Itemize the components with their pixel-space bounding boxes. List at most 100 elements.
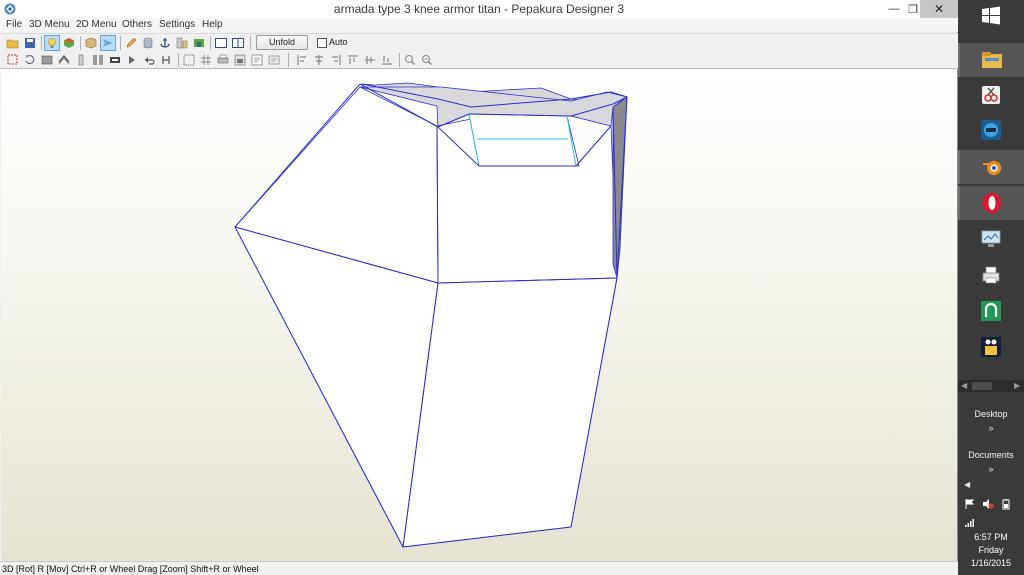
texture-icon[interactable]	[40, 53, 54, 67]
edge-icon[interactable]	[74, 53, 88, 67]
status-bar: 3D [Rot] R [Mov] Ctrl+R or Wheel Drag [Z…	[0, 561, 958, 575]
taskbar-teamviewer[interactable]	[958, 113, 1024, 147]
scale-icon[interactable]	[233, 53, 247, 67]
align-icon[interactable]	[182, 53, 196, 67]
clock-date[interactable]: 1/16/2015	[958, 558, 1024, 568]
windows-taskbar: ◀ ▶ Desktop » Documents » ◀ 6:57 PM Frid…	[958, 0, 1024, 575]
edit-toolbar	[0, 51, 958, 69]
toolbar-separator	[120, 36, 121, 50]
toolbar-separator	[288, 53, 289, 67]
model-face-notch	[468, 113, 580, 167]
fold-icon[interactable]	[91, 53, 105, 67]
taskbar-pepakura[interactable]	[958, 330, 1024, 364]
scroll-left-icon[interactable]: ◀	[961, 381, 967, 390]
flip-icon[interactable]	[159, 53, 173, 67]
taskbar-snipping-tool[interactable]	[958, 78, 1024, 112]
volume-muted-icon[interactable]	[982, 498, 994, 510]
network-signal-icon[interactable]	[964, 516, 976, 528]
opera-icon	[983, 193, 1001, 213]
grid-icon[interactable]	[199, 53, 213, 67]
menu-file[interactable]: File	[6, 19, 22, 30]
menu-bar: File 3D Menu 2D Menu Others Settings Hel…	[0, 18, 958, 32]
light-icon[interactable]	[44, 35, 60, 51]
clock-time[interactable]: 6:57 PM	[958, 532, 1024, 542]
align-bottom-icon[interactable]	[380, 53, 394, 67]
scissors-icon	[982, 86, 1000, 104]
undo-flap-icon[interactable]	[142, 53, 156, 67]
unfold-button[interactable]: Unfold	[256, 35, 308, 50]
align-top-icon[interactable]	[346, 53, 360, 67]
close-button[interactable]: ✕	[920, 0, 958, 18]
taskbar-scroll-thumb[interactable]	[972, 382, 992, 390]
scroll-right-icon[interactable]: ▶	[1014, 381, 1020, 390]
align-right-icon[interactable]	[329, 53, 343, 67]
anchor-icon[interactable]	[158, 36, 172, 50]
save-icon[interactable]	[23, 36, 37, 50]
paper-plane-icon[interactable]	[100, 35, 116, 51]
flap-icon[interactable]	[108, 53, 122, 67]
box-icon[interactable]	[84, 36, 98, 50]
join-icon[interactable]	[57, 53, 71, 67]
print-icon[interactable]	[216, 53, 230, 67]
taskbar-blender[interactable]	[958, 150, 1024, 184]
3d-model-canvas[interactable]	[1, 69, 957, 561]
single-view-icon[interactable]	[214, 36, 228, 50]
select-icon[interactable]	[6, 53, 20, 67]
model-face-lower-front	[402, 277, 618, 548]
taskbar-scrollbar[interactable]: ◀ ▶	[958, 380, 1024, 392]
text-icon[interactable]	[267, 53, 281, 67]
menu-settings[interactable]: Settings	[159, 19, 195, 30]
split-view-icon[interactable]	[231, 36, 245, 50]
file-explorer-icon	[982, 52, 1002, 68]
tray-expand-icon[interactable]: ◀	[964, 480, 970, 489]
zoom-page-icon[interactable]	[420, 53, 434, 67]
open-icon[interactable]	[6, 36, 20, 50]
menu-3d[interactable]: 3D Menu	[29, 19, 70, 30]
clock-day[interactable]: Friday	[958, 545, 1024, 555]
menu-others[interactable]: Others	[122, 19, 152, 30]
color-cube-icon[interactable]	[62, 36, 76, 50]
action-center-flag-icon[interactable]	[964, 498, 976, 510]
align-center-icon[interactable]	[312, 53, 326, 67]
taskbar-green-app[interactable]	[958, 294, 1024, 328]
toolbar-separator	[210, 36, 211, 50]
align-left-icon[interactable]	[295, 53, 309, 67]
toolbar-separator	[80, 36, 81, 50]
taskbar-remote-desktop[interactable]	[958, 222, 1024, 256]
printer-icon	[982, 266, 1000, 284]
documents-chevron-icon[interactable]: »	[958, 464, 1024, 474]
menu-2d[interactable]: 2D Menu	[76, 19, 117, 30]
auto-checkbox-label: Auto	[329, 37, 348, 47]
toolbar-separator	[178, 53, 179, 67]
battery-icon[interactable]	[1000, 498, 1012, 510]
auto-checkbox[interactable]	[317, 38, 327, 48]
move-icon[interactable]	[125, 53, 139, 67]
3d-viewport[interactable]	[1, 69, 957, 561]
taskbar-opera[interactable]	[958, 186, 1024, 220]
toolbar-separator	[41, 36, 42, 50]
taskbar-file-explorer[interactable]	[958, 43, 1024, 77]
menu-help[interactable]: Help	[202, 19, 223, 30]
windows-start-icon[interactable]	[958, 0, 1024, 32]
toolbar-separator	[250, 36, 251, 50]
desktop-chevron-icon[interactable]: »	[958, 423, 1024, 433]
documents-toolbar-label[interactable]: Documents	[958, 450, 1024, 460]
zoom-fit-icon[interactable]	[403, 53, 417, 67]
layout-icon[interactable]	[250, 53, 264, 67]
tree-icon[interactable]	[192, 36, 206, 50]
cylinder-icon[interactable]	[141, 36, 155, 50]
title-bar: armada type 3 knee armor titan - Pepakur…	[0, 0, 958, 18]
teamviewer-icon	[981, 120, 1001, 140]
toolbar-separator	[399, 53, 400, 67]
parts-icon[interactable]	[175, 36, 189, 50]
app-window: armada type 3 knee armor titan - Pepakur…	[0, 0, 958, 575]
align-middle-icon[interactable]	[363, 53, 377, 67]
blender-icon	[983, 161, 1001, 175]
desktop-toolbar-label[interactable]: Desktop	[958, 409, 1024, 419]
knee-armor-model[interactable]	[234, 82, 628, 548]
monitor-icon	[981, 230, 1001, 247]
pencil-icon[interactable]	[124, 36, 138, 50]
rotate-icon[interactable]	[23, 53, 37, 67]
taskbar-printer[interactable]	[958, 258, 1024, 292]
green-app-icon	[981, 301, 1001, 321]
